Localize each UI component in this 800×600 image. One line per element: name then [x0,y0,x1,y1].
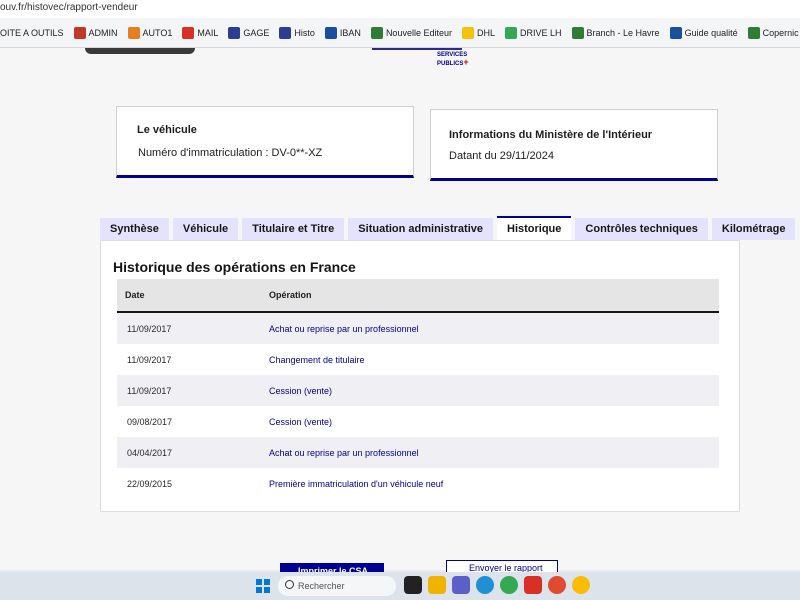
bookmark-label: Branch - Le Havre [586,27,660,38]
table-row: 22/09/2015 Première immatriculation d'un … [117,468,719,499]
address-bar[interactable]: ouv.fr/histovec/rapport-vendeur [0,0,800,18]
opera-icon[interactable] [548,576,566,594]
column-header-date: Date [125,290,145,300]
table-row: 11/09/2017 Cession (vente) [117,375,719,406]
bookmark-item[interactable]: Branch - Le Havre [571,26,660,39]
taskbar [0,572,800,600]
header-underline [372,48,462,50]
bookmark-item[interactable]: Nouvelle Editeur [370,26,452,39]
bookmark-icon [279,26,292,39]
tab-synth-se[interactable]: Synthèse [100,218,169,240]
table-header: Date Opération [117,279,719,313]
tab-titulaire-et-titre[interactable]: Titulaire et Titre [242,218,345,240]
bookmark-label: MAIL [197,27,219,38]
bookmark-label: DRIVE LH [520,27,562,38]
bookmark-label: Nouvelle Editeur [385,27,452,38]
bookmark-item[interactable]: MAIL [182,26,219,39]
logo-line-2: PUBLICS [437,61,464,67]
bookmark-item[interactable]: Guide qualité [669,26,738,39]
chrome-profile-icon[interactable] [572,576,590,594]
bookmarks-bar: OITE A OUTILS ADMIN AUTO1 MAIL GAGE Histo IBAN… [0,18,800,48]
acrobat-icon[interactable] [524,576,542,594]
tab-bar: Synthèse Véhicule Titulaire et Titre Situat… [100,216,799,240]
bookmark-icon [461,26,474,39]
bookmark-icon [747,26,760,39]
bookmark-icon [324,26,337,39]
history-panel: Historique des opérations en France Date… [100,240,740,512]
services-publics-logo: SERVICES PUBLICS+ [437,52,469,68]
row-operation: Achat ou reprise par un professionnel [269,323,419,334]
table-row: 04/04/2017 Achat ou reprise par un profes… [117,437,719,468]
tab-contr-les-techniques[interactable]: Contrôles techniques [575,218,708,240]
bookmark-item[interactable]: Copernic [747,26,799,39]
bookmark-label: DHL [476,27,495,38]
bookmark-icon [73,26,86,39]
ministry-card-title: Informations du Ministère de l'Intérieur [449,129,653,141]
bookmark-icon [669,26,682,39]
row-date: 11/09/2017 [127,323,172,334]
row-date: 04/04/2017 [127,447,173,458]
bookmark-icon [182,26,195,39]
bookmark-icon [571,26,584,39]
vehicle-card-title: Le véhicule [137,124,197,136]
table-row: 09/08/2017 Cession (vente) [117,406,719,437]
row-date: 11/09/2017 [127,354,172,365]
windows-start-icon[interactable] [256,579,270,593]
bookmark-item[interactable]: ADMIN [73,26,118,39]
search-placeholder: Rechercher [298,581,345,591]
bookmark-label: Guide qualité [684,27,738,38]
history-title: Historique des opérations en France [113,259,356,275]
url-text: ouv.fr/histovec/rapport-vendeur [0,2,138,13]
vehicle-card: Le véhicule Numéro d'immatriculation : D… [116,106,414,178]
edge-icon[interactable] [476,576,494,594]
row-operation: Achat ou reprise par un professionnel [269,447,419,458]
row-operation: Changement de titulaire [269,354,365,365]
chrome-icon[interactable] [500,576,518,594]
tab-v-hicule[interactable]: Véhicule [172,218,239,240]
bookmark-icon [505,26,517,39]
table-row: 11/09/2017 Changement de titulaire [117,344,719,375]
bookmark-label: Histo [294,27,315,38]
bookmark-icon [228,26,241,39]
bookmark-item[interactable]: Histo [279,26,315,39]
bookmark-item[interactable]: DHL [461,26,495,39]
bookmark-icon [127,26,140,39]
bookmark-icon [370,26,383,39]
teams-icon[interactable] [452,576,470,594]
header-fragment [85,48,195,54]
table-row: 11/09/2017 Achat ou reprise par un profes… [117,313,719,344]
row-operation: Première immatriculation d'un véhicule n… [269,478,444,489]
bookmark-item[interactable]: GAGE [228,26,270,39]
row-date: 22/09/2015 [127,478,173,489]
bookmark-label: OITE A OUTILS [0,27,64,38]
ministry-card: Informations du Ministère de l'Intérieur… [430,109,718,181]
row-date: 11/09/2017 [127,385,172,396]
row-date: 09/08/2017 [127,416,173,427]
bookmark-item[interactable]: OITE A OUTILS [0,28,64,38]
registration-number: Numéro d'immatriculation : DV-0**-XZ [138,147,323,159]
tab-historique[interactable]: Historique [497,216,572,240]
task-view-icon[interactable] [404,576,422,594]
bookmark-label: GAGE [243,27,270,38]
file-explorer-icon[interactable] [428,576,446,594]
data-date: Datant du 29/11/2024 [449,150,554,162]
bookmark-item[interactable]: IBAN [324,26,361,39]
history-table: Date Opération 11/09/2017 Achat ou repris… [117,279,719,499]
bookmark-label: ADMIN [88,27,118,38]
column-header-operation: Opération [269,290,312,300]
bookmark-label: Copernic [762,27,799,38]
tab-kilom-trage[interactable]: Kilométrage [711,218,796,240]
bookmark-item[interactable]: DRIVE LH [505,26,562,39]
row-operation: Cession (vente) [269,416,333,427]
bookmark-label: AUTO1 [142,27,173,38]
table-body: 11/09/2017 Achat ou reprise par un profes… [117,313,719,499]
search-icon [285,580,294,589]
taskbar-search[interactable]: Rechercher [278,576,396,596]
plus-icon: + [463,57,469,67]
bookmark-item[interactable]: AUTO1 [127,26,173,39]
bookmark-label: IBAN [339,27,361,38]
tab-situation-administrative[interactable]: Situation administrative [348,218,493,240]
row-operation: Cession (vente) [269,385,333,396]
